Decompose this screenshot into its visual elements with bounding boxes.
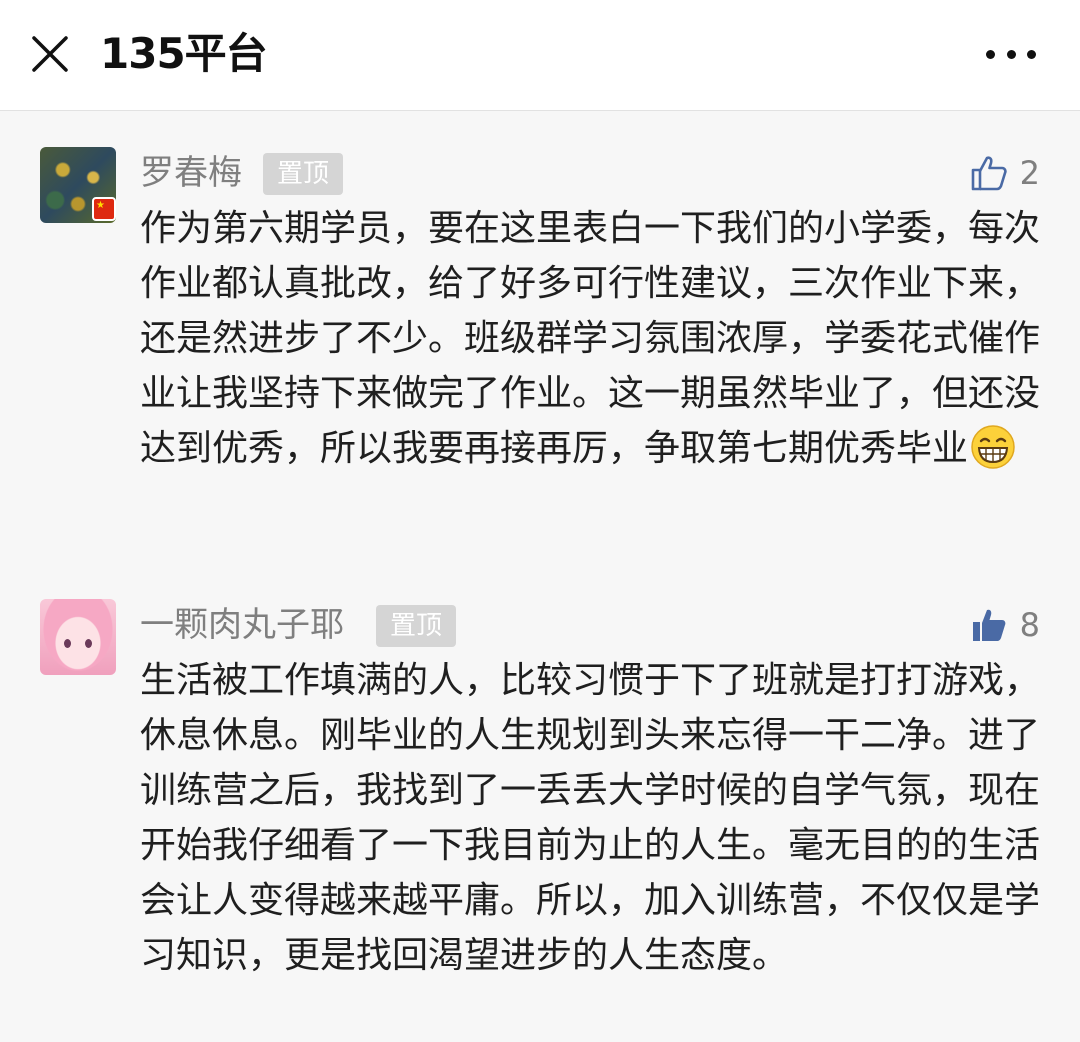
flag-icon: ★ xyxy=(92,197,116,221)
comment-list: ★ 罗春梅 置顶 2 作为第六期学员，要在这里表白一下我们的小学委，每次作业都认… xyxy=(0,111,1080,1042)
pinned-badge: 置顶 xyxy=(376,605,457,647)
like-button[interactable]: 8 xyxy=(970,603,1040,647)
more-icon xyxy=(986,49,995,59)
page-title: 135平台 xyxy=(100,29,268,78)
grinning-face-icon xyxy=(971,425,1015,469)
comment-author[interactable]: 罗春梅 xyxy=(140,149,242,197)
comment-text: 作为第六期学员，要在这里表白一下我们的小学委，每次作业都认真批改，给了好多可行性… xyxy=(140,208,1041,469)
pinned-badge: 置顶 xyxy=(263,153,344,195)
like-count: 2 xyxy=(1019,154,1040,192)
comment-text: 生活被工作填满的人，比较习惯于下了班就是打打游戏，休息休息。刚毕业的人生规划到头… xyxy=(140,660,1041,976)
avatar[interactable] xyxy=(40,599,116,675)
thumbs-up-outline-icon xyxy=(971,156,1007,191)
like-button[interactable]: 2 xyxy=(970,151,1040,195)
top-bar: 135平台 xyxy=(0,0,1080,111)
like-count: 8 xyxy=(1019,606,1040,644)
thumbs-up-filled-icon xyxy=(972,609,1006,641)
more-button[interactable] xyxy=(986,40,1036,68)
comment-author[interactable]: 一颗肉丸子耶 xyxy=(140,601,344,649)
close-icon xyxy=(32,36,68,72)
close-button[interactable] xyxy=(28,32,72,76)
comments-page: 135平台 ★ 罗春梅 置顶 2 作为第六期学员，要在这里表白一下我们的小学委，… xyxy=(0,0,1080,1042)
